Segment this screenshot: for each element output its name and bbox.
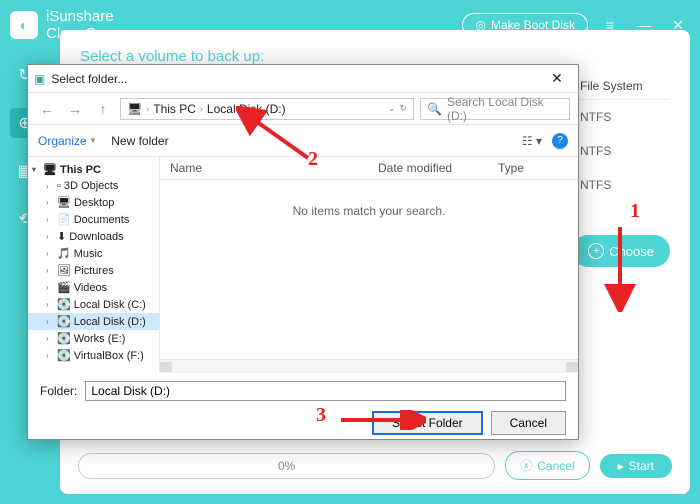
tree-item[interactable]: ›▫3D Objects <box>28 178 159 194</box>
dialog-footer: Folder: Select Folder Cancel <box>28 373 578 443</box>
col-name[interactable]: Name <box>170 161 378 175</box>
dialog-title: Select folder... <box>51 72 127 86</box>
organize-menu[interactable]: Organize▾ <box>38 134 95 148</box>
tree-item[interactable]: ›💽Local Disk (C:) <box>28 296 159 313</box>
tree-root[interactable]: ▾🖥This PC <box>28 161 159 178</box>
col-fs: File System <box>580 79 670 93</box>
dialog-close-button[interactable]: ✕ <box>542 70 572 87</box>
nav-up-button[interactable]: ↑ <box>92 101 114 117</box>
search-placeholder: Search Local Disk (D:) <box>447 95 563 123</box>
tree-item[interactable]: ›🎵Music <box>28 245 159 262</box>
file-list-header[interactable]: Name Date modified Type <box>160 157 578 180</box>
horizontal-scrollbar[interactable] <box>160 359 578 373</box>
crumb-drive[interactable]: Local Disk (D:) <box>207 102 286 116</box>
tree-item[interactable]: ›🖼Pictures <box>28 262 159 279</box>
dialog-icon: ▣ <box>34 72 45 86</box>
plus-icon: + <box>588 243 604 259</box>
choose-label: Choose <box>609 244 654 259</box>
search-icon: 🔍 <box>427 102 442 116</box>
cancel-button[interactable]: ⓧCancel <box>505 451 589 480</box>
play-icon: ▸ <box>618 459 624 473</box>
folder-tree[interactable]: ▾🖥This PC›▫3D Objects›🖥Desktop›📄Document… <box>28 157 160 373</box>
tree-item[interactable]: ›⬇Downloads <box>28 228 159 245</box>
help-icon[interactable]: ? <box>552 133 568 149</box>
x-icon: ⓧ <box>520 457 532 474</box>
col-type[interactable]: Type <box>498 161 568 175</box>
bottom-bar: 0% ⓧCancel ▸Start <box>78 451 672 480</box>
dialog-cancel-button[interactable]: Cancel <box>491 411 566 435</box>
nav-forward-button[interactable]: → <box>64 101 86 117</box>
logo-icon: ◐ <box>10 11 38 39</box>
tree-item[interactable]: ›💽VirtualBox (F:) <box>28 347 159 364</box>
choose-button[interactable]: + Choose <box>572 235 670 267</box>
progress-bar: 0% <box>78 453 495 479</box>
view-mode-button[interactable]: ☷ ▾ <box>522 134 542 148</box>
chevron-down-icon[interactable]: ⌄ <box>388 103 396 114</box>
select-folder-dialog: ▣ Select folder... ✕ ← → ↑ 🖥 › This PC ›… <box>27 64 579 440</box>
tree-item[interactable]: ›🎬Videos <box>28 279 159 296</box>
new-folder-button[interactable]: New folder <box>111 134 168 148</box>
refresh-icon[interactable]: ↻ <box>399 103 407 114</box>
tree-item[interactable]: ›📄Documents <box>28 211 159 228</box>
tree-item[interactable]: ›💽Works (E:) <box>28 330 159 347</box>
search-input[interactable]: 🔍 Search Local Disk (D:) <box>420 98 570 120</box>
crumb-pc[interactable]: This PC <box>153 102 196 116</box>
panel-title: Select a volume to back up: <box>80 48 670 65</box>
folder-label: Folder: <box>40 384 77 398</box>
tree-item[interactable]: ›💽Local Disk (D:) <box>28 313 159 330</box>
dialog-toolbar: Organize▾ New folder ☷ ▾ ? <box>28 125 578 157</box>
empty-message: No items match your search. <box>160 180 578 359</box>
select-folder-button[interactable]: Select Folder <box>372 411 483 435</box>
file-list: Name Date modified Type No items match y… <box>160 157 578 373</box>
dialog-titlebar: ▣ Select folder... ✕ <box>28 65 578 93</box>
breadcrumb[interactable]: 🖥 › This PC › Local Disk (D:) ⌄ ↻ <box>120 98 414 120</box>
app-name-1: iSunshare <box>46 8 114 25</box>
dialog-nav: ← → ↑ 🖥 › This PC › Local Disk (D:) ⌄ ↻ … <box>28 93 578 125</box>
folder-input[interactable] <box>85 381 566 401</box>
nav-back-button[interactable]: ← <box>36 101 58 117</box>
start-button[interactable]: ▸Start <box>600 454 672 478</box>
tree-item[interactable]: ›🖥Desktop <box>28 194 159 211</box>
pc-icon: 🖥 <box>127 102 142 116</box>
col-date[interactable]: Date modified <box>378 161 498 175</box>
